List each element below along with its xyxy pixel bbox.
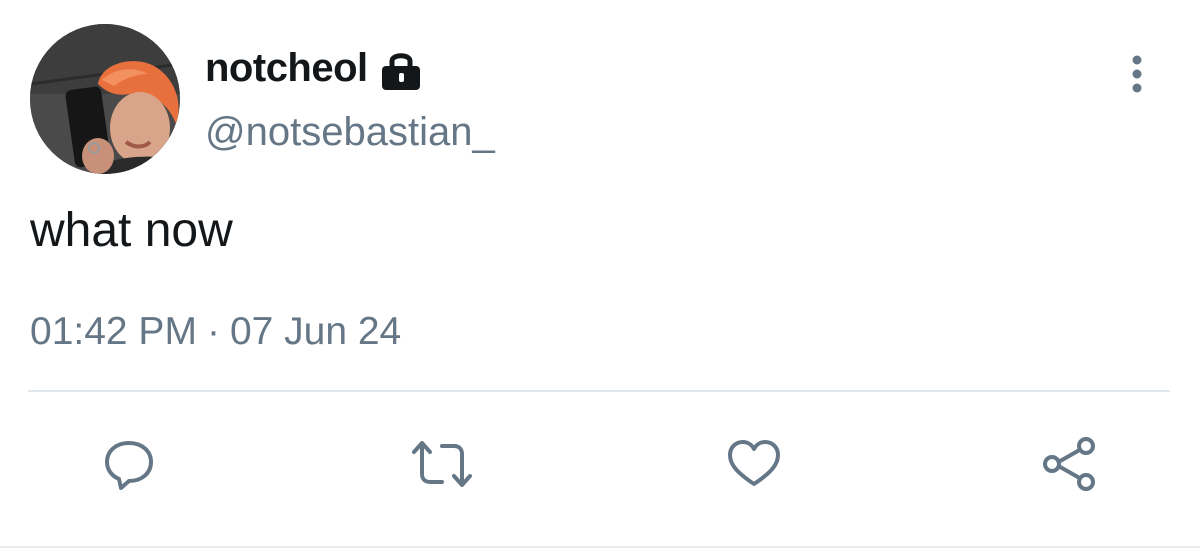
avatar[interactable]	[30, 24, 180, 174]
lock-icon	[378, 49, 424, 91]
meta-separator: ·	[206, 310, 220, 353]
heart-icon	[728, 440, 780, 486]
tweet-date: 07 Jun 24	[229, 310, 402, 353]
share-icon	[1043, 437, 1095, 491]
bottom-border	[0, 546, 1200, 548]
user-handle[interactable]: @notsebastian_	[205, 110, 495, 155]
tweet-time: 01:42 PM	[30, 310, 197, 353]
tweet-timestamp[interactable]: 01:42 PM · 07 Jun 24	[30, 310, 401, 354]
retweet-icon	[412, 441, 472, 487]
retweet-button[interactable]	[410, 432, 474, 496]
more-vertical-icon[interactable]	[1123, 52, 1151, 96]
reply-button[interactable]	[97, 432, 161, 496]
divider	[28, 390, 1170, 392]
tweet-card: notcheol @notsebastian_ what now 01:42 P…	[0, 0, 1200, 551]
tweet-text: what now	[30, 204, 233, 257]
like-button[interactable]	[722, 432, 786, 496]
display-name[interactable]: notcheol	[205, 46, 368, 91]
user-name-row: notcheol	[205, 42, 424, 94]
avatar-photo	[30, 24, 180, 174]
reply-icon	[105, 441, 153, 490]
share-button[interactable]	[1037, 432, 1101, 496]
